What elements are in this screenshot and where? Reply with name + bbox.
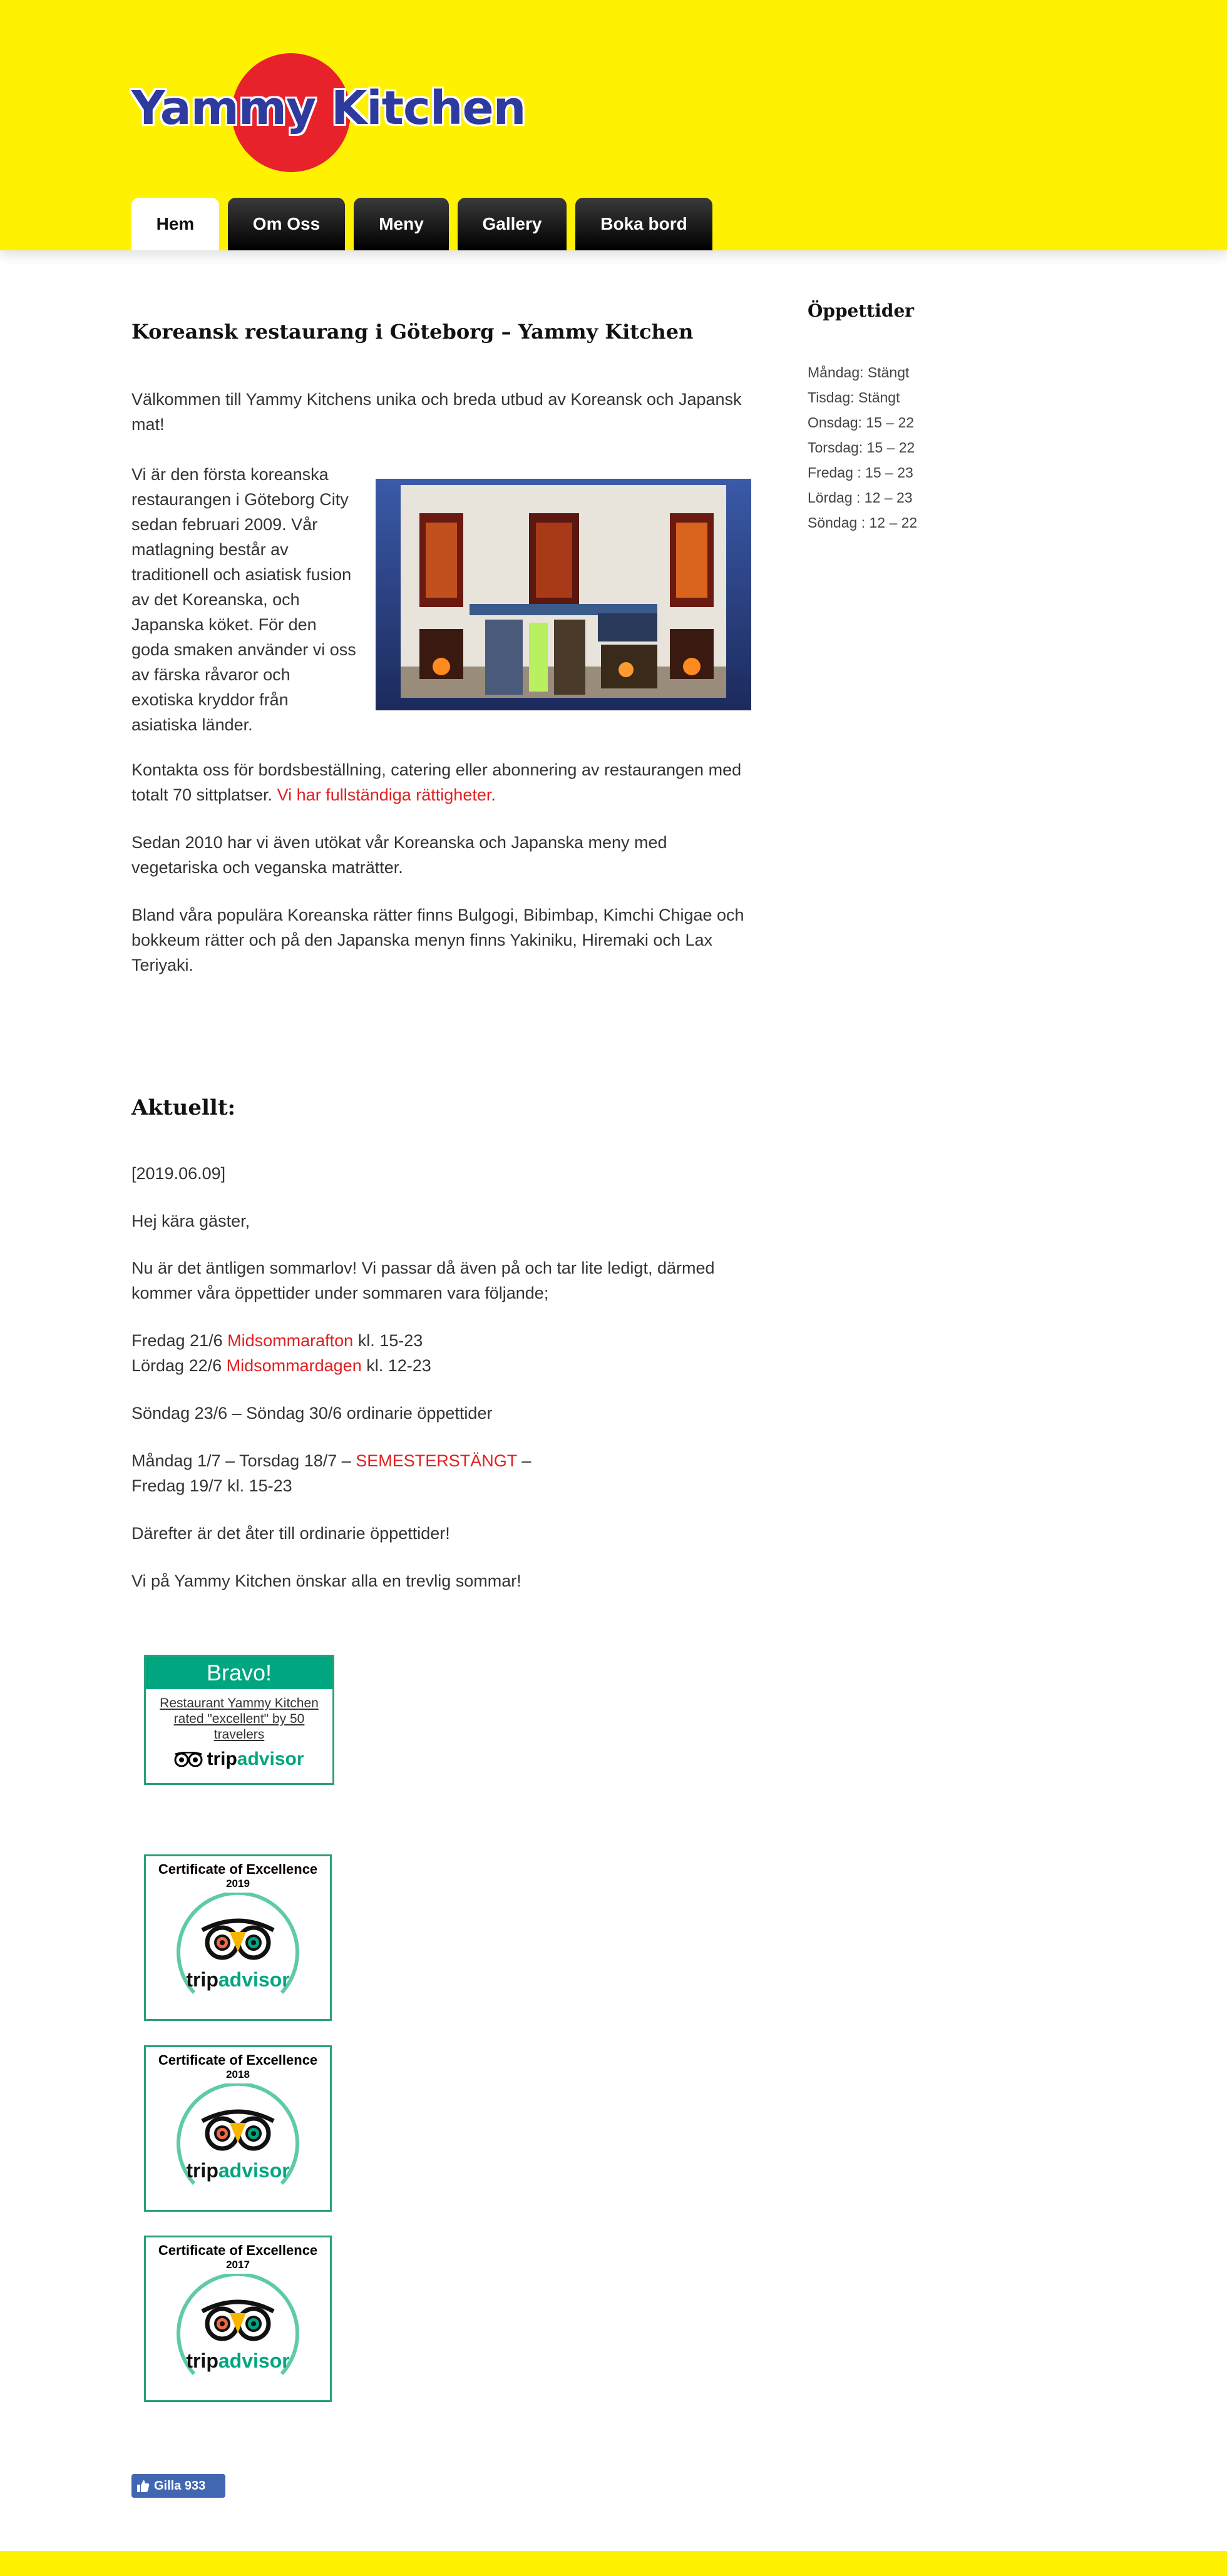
hours-item: Torsdag: 15 – 22 [808, 439, 915, 456]
facebook-like-button[interactable]: Gilla 933 [131, 2474, 225, 2498]
reopen-text: Fredag 19/7 kl. 15-23 [131, 1476, 292, 1495]
bravo-rating-link[interactable]: Restaurant Yammy Kitchen rated "excellen… [146, 1695, 332, 1742]
tripadvisor-owl-emblem-icon: tripadvisor [177, 1893, 299, 1995]
site-logo[interactable]: Yammy Kitchen [131, 53, 526, 178]
cert-title: Certificate of Excellence [158, 1861, 318, 1877]
news-date: [2019.06.09] [131, 1164, 226, 1183]
news-midsummer: Fredag 21/6 Midsommarafton kl. 15-23 Lör… [131, 1328, 751, 1378]
svg-text:tripadvisor: tripadvisor [186, 2159, 289, 2182]
hours-item: Fredag : 15 – 23 [808, 464, 913, 481]
news-ordinary: Söndag 23/6 – Söndag 30/6 ordinarie öppe… [131, 1404, 493, 1423]
facebook-like-label: Gilla 933 [154, 2478, 206, 2493]
news-after: Därefter är det åter till ordinarie öppe… [131, 1524, 450, 1543]
nav-item-meny[interactable]: Meny [354, 198, 449, 250]
page-title: Koreansk restaurang i Göteborg – Yammy K… [131, 320, 694, 344]
news-greeting: Hej kära gäster, [131, 1212, 250, 1230]
opening-hours-title: Öppettider [808, 300, 915, 321]
nav-item-gallery[interactable]: Gallery [458, 198, 567, 250]
cert-year: 2019 [226, 1878, 250, 1889]
svg-text:tripadvisor: tripadvisor [186, 2349, 289, 2372]
tripadvisor-bravo-badge[interactable]: Bravo! Restaurant Yammy Kitchen rated "e… [144, 1655, 334, 1785]
cert-year: 2018 [226, 2068, 250, 2080]
intro-text: Välkommen till Yammy Kitchens unika och … [131, 390, 742, 434]
tripadvisor-owl-emblem-icon: tripadvisor [177, 2083, 299, 2185]
midsommarafton-link[interactable]: Midsommarafton [227, 1331, 353, 1350]
hours-item: Lördag : 12 – 23 [808, 489, 913, 506]
hours-item: Söndag : 12 – 22 [808, 514, 918, 531]
hours-item: Onsdag: 15 – 22 [808, 414, 915, 431]
since2010-text: Sedan 2010 har vi även utökat vår Korean… [131, 833, 667, 877]
contact-text: Kontakta oss för bordsbeställning, cater… [131, 757, 751, 807]
news-heading: Aktuellt: [131, 1095, 236, 1120]
tripadvisor-owl-icon [174, 1752, 203, 1767]
news-closed: Måndag 1/7 – Torsdag 18/7 – SEMESTERSTÄN… [131, 1448, 751, 1498]
site-header: Yammy Kitchen Hem Om Oss Meny Gallery Bo… [0, 0, 1227, 250]
rights-link[interactable]: Vi har fullständiga rättigheter [277, 785, 491, 804]
semesterstangt-link[interactable]: SEMESTERSTÄNGT [356, 1451, 517, 1470]
cert-year: 2017 [226, 2259, 250, 2271]
sat-suffix: kl. 12-23 [361, 1356, 431, 1375]
certificate-of-excellence-2018[interactable]: Certificate of Excellence 2018 tripadvis… [144, 2045, 332, 2212]
bravo-title: Bravo! [146, 1657, 332, 1689]
cert-title: Certificate of Excellence [158, 2052, 318, 2068]
popular-dishes-text: Bland våra populära Koreanska rätter fin… [131, 906, 744, 974]
logo-text: Yammy Kitchen [131, 81, 526, 135]
certificate-of-excellence-2019[interactable]: Certificate of Excellence 2019 tripadvis… [144, 1854, 332, 2021]
tripadvisor-logo: trip advisor [146, 1749, 332, 1770]
about-text: Vi är den första koreanska restaurangen … [131, 465, 356, 734]
hours-item: Måndag: Stängt [808, 364, 910, 381]
contact-period: . [491, 785, 496, 804]
restaurant-photo [376, 479, 751, 710]
cert-title: Certificate of Excellence [158, 2242, 318, 2258]
closed-prefix: Måndag 1/7 – Torsdag 18/7 – [131, 1451, 356, 1470]
nav-item-boka-bord[interactable]: Boka bord [575, 198, 712, 250]
ta-trip-text: trip [207, 1749, 237, 1769]
site-footer [0, 2551, 1227, 2576]
opening-hours-list: Måndag: Stängt Tisdag: Stängt Onsdag: 15… [808, 360, 917, 535]
hours-item: Tisdag: Stängt [808, 389, 900, 406]
tripadvisor-owl-emblem-icon: tripadvisor [177, 2274, 299, 2376]
nav-item-om-oss[interactable]: Om Oss [228, 198, 345, 250]
news-wish: Vi på Yammy Kitchen önskar alla en trevl… [131, 1572, 521, 1590]
fri-suffix: kl. 15-23 [353, 1331, 423, 1350]
sat-prefix: Lördag 22/6 [131, 1356, 227, 1375]
ta-advisor-text: advisor [237, 1749, 304, 1769]
main-nav: Hem Om Oss Meny Gallery Boka bord [131, 198, 712, 250]
svg-text:tripadvisor: tripadvisor [186, 1968, 289, 1991]
thumbs-up-icon [137, 2480, 150, 2492]
news-summer: Nu är det äntligen sommarlov! Vi passar … [131, 1259, 715, 1302]
midsommardagen-link[interactable]: Midsommardagen [227, 1356, 362, 1375]
nav-item-hem[interactable]: Hem [131, 198, 219, 250]
closed-suffix: – [516, 1451, 531, 1470]
certificate-of-excellence-2017[interactable]: Certificate of Excellence 2017 tripadvis… [144, 2236, 332, 2402]
fri-prefix: Fredag 21/6 [131, 1331, 228, 1350]
